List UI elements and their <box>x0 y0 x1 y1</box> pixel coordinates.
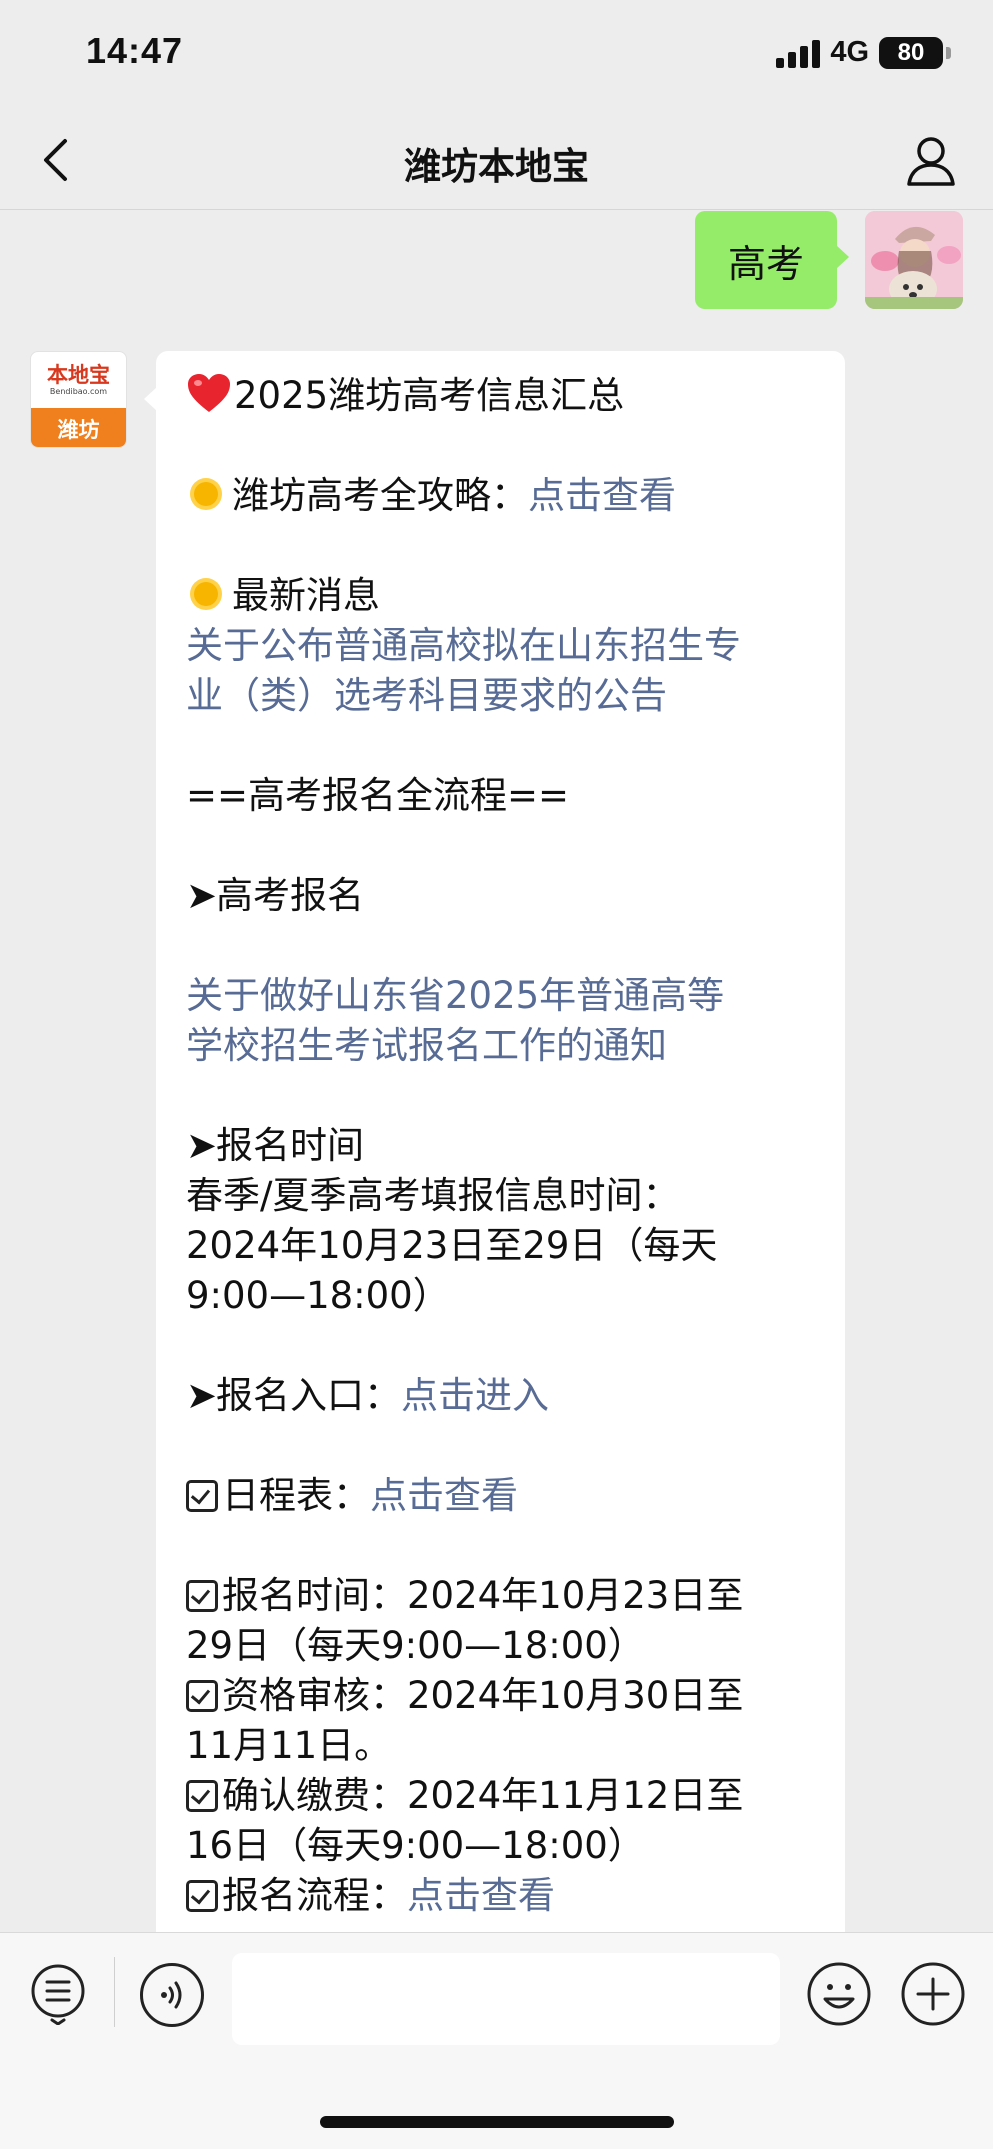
time-label: 报名时间 <box>216 1124 364 1167</box>
menu-button[interactable] <box>30 1963 86 2026</box>
bot-avatar-logo: 本地宝 Bendibao.com <box>31 352 126 408</box>
schedule-item-4-label: 报名流程： <box>222 1874 407 1917</box>
profile-button[interactable] <box>903 132 959 188</box>
notice-link-continued[interactable]: 学校招生考试报名工作的通知 <box>186 1021 815 1071</box>
home-indicator[interactable] <box>320 2116 674 2128</box>
arrow-icon: ➤ <box>186 1374 218 1417</box>
message-input[interactable] <box>232 1953 780 2045</box>
time-text-2: 2024年10月23日至29日（每天 <box>186 1224 718 1267</box>
plus-icon <box>901 1962 965 2026</box>
schedule-item-1-text: 报名时间：2024年10月23日至 <box>222 1574 744 1617</box>
sun-icon <box>186 574 226 614</box>
sun-icon <box>186 474 226 514</box>
schedule-item-3-continued: 16日（每天9:00—18:00） <box>186 1824 645 1867</box>
divider <box>114 1957 115 2027</box>
battery-level: 80 <box>897 38 925 66</box>
entry-link[interactable]: 点击进入 <box>401 1374 549 1417</box>
notice-link[interactable]: 关于做好山东省2025年普通高等 <box>186 971 815 1021</box>
checkbox-icon <box>186 1480 218 1512</box>
arrow-icon: ➤ <box>186 1124 218 1167</box>
arrow-icon: ➤ <box>186 874 218 917</box>
signal-icon <box>776 38 821 68</box>
user-avatar-image <box>865 211 963 309</box>
schedule-item-3: 确认缴费：2024年11月12日至 <box>186 1771 815 1821</box>
brand-logo-subtext: Bendibao.com <box>49 387 108 396</box>
schedule-line: 日程表：点击查看 <box>186 1471 815 1521</box>
status-time: 14:47 <box>86 30 184 71</box>
news-link[interactable]: 关于公布普通高校拟在山东招生专 <box>186 621 815 671</box>
voice-icon <box>161 1981 182 2009</box>
network-label: 4G <box>830 36 869 68</box>
user-message-bubble[interactable]: 高考 <box>695 211 849 309</box>
chat-area[interactable]: 高考 本地宝 Bendibao.com 潍坊 2025潍坊高考信息汇总 潍坊高考… <box>0 211 993 1932</box>
guide-link[interactable]: 点击查看 <box>528 474 676 517</box>
nav-bar: 潍坊本地宝 <box>0 110 993 210</box>
checkbox-icon <box>186 1680 218 1712</box>
checkbox-icon <box>186 1880 218 1912</box>
checkbox-icon <box>186 1580 218 1612</box>
brand-logo-text: 本地宝 <box>47 363 110 387</box>
status-bar: 14:47 4G 80 <box>0 0 993 110</box>
schedule-item-2-text: 资格审核：2024年10月30日至 <box>222 1674 744 1717</box>
time-text-1: 春季/夏季高考填报信息时间： <box>186 1174 680 1217</box>
time-text-3: 9:00—18:00） <box>186 1274 450 1317</box>
guide-label: 潍坊高考全攻略： <box>232 474 528 517</box>
add-button[interactable] <box>900 1961 966 2027</box>
news-line: 最新消息 <box>186 571 815 621</box>
message-title-line: 2025潍坊高考信息汇总 <box>186 371 815 421</box>
emoji-button[interactable] <box>806 1961 872 2027</box>
checkbox-icon <box>186 1780 218 1812</box>
register-heading: ➤高考报名 <box>186 871 815 921</box>
schedule-item-2: 资格审核：2024年10月30日至 <box>186 1671 815 1721</box>
news-link-continued[interactable]: 业（类）选考科目要求的公告 <box>186 671 815 721</box>
entry-label: 报名入口： <box>216 1374 401 1417</box>
entry-line: ➤报名入口：点击进入 <box>186 1371 815 1421</box>
guide-line: 潍坊高考全攻略：点击查看 <box>186 471 815 521</box>
smiley-icon <box>807 1962 871 2026</box>
person-icon <box>907 137 955 186</box>
schedule-label: 日程表： <box>222 1474 370 1517</box>
user-message-text: 高考 <box>727 241 804 286</box>
voice-button[interactable] <box>140 1963 204 2027</box>
schedule-item-4: 报名流程：点击查看 <box>186 1871 815 1921</box>
status-indicators: 4G 80 <box>776 36 951 69</box>
schedule-item-1: 报名时间：2024年10月23日至 <box>186 1571 815 1621</box>
register-label: 高考报名 <box>216 874 364 917</box>
process-header: ==高考报名全流程== <box>186 774 570 817</box>
bot-message-bubble[interactable]: 2025潍坊高考信息汇总 潍坊高考全攻略：点击查看 最新消息 关于公布普通高校拟… <box>144 351 845 1932</box>
heart-icon <box>188 374 230 412</box>
schedule-item-1-continued: 29日（每天9:00—18:00） <box>186 1624 645 1667</box>
menu-list-icon <box>31 1964 85 2026</box>
user-avatar[interactable] <box>865 211 963 309</box>
battery-icon: 80 <box>879 36 951 69</box>
process-link[interactable]: 点击查看 <box>407 1874 555 1917</box>
schedule-link[interactable]: 点击查看 <box>370 1474 518 1517</box>
schedule-item-2-continued: 11月11日。 <box>186 1724 392 1767</box>
message-title: 2025潍坊高考信息汇总 <box>234 374 625 417</box>
bot-avatar[interactable]: 本地宝 Bendibao.com 潍坊 <box>30 351 127 448</box>
time-heading: ➤报名时间 <box>186 1121 815 1171</box>
bot-avatar-city: 潍坊 <box>31 408 126 447</box>
schedule-item-3-text: 确认缴费：2024年11月12日至 <box>222 1774 744 1817</box>
page-title: 潍坊本地宝 <box>404 145 589 188</box>
news-label: 最新消息 <box>232 574 380 617</box>
